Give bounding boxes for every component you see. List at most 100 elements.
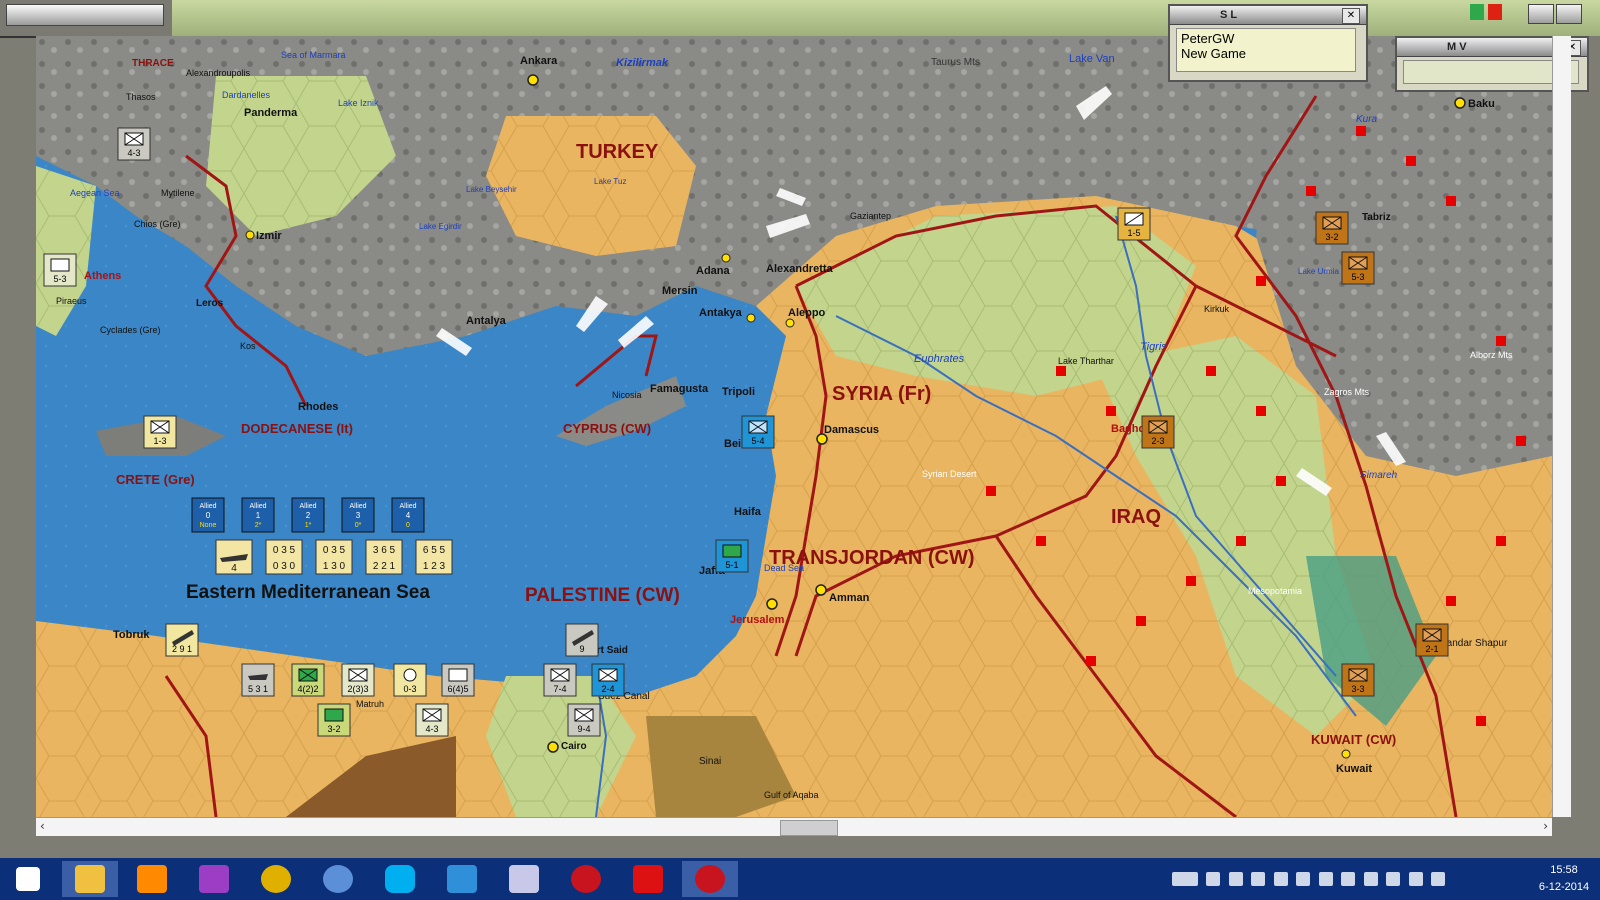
svg-text:2 2 1: 2 2 1 (373, 561, 396, 572)
taskbar: 15:58 6-12-2014 (0, 858, 1600, 900)
svg-text:Gaziantep: Gaziantep (850, 211, 891, 221)
svg-text:Cyclades (Gre): Cyclades (Gre) (100, 325, 161, 335)
svg-text:5-1: 5-1 (725, 560, 738, 570)
svg-text:5-3: 5-3 (1351, 272, 1364, 282)
clock[interactable]: 15:58 6-12-2014 (1536, 862, 1592, 896)
scroll-right-icon[interactable]: › (1543, 819, 1548, 833)
svg-text:4: 4 (231, 563, 237, 574)
clock-time: 15:58 (1550, 864, 1578, 876)
label-palestine: PALESTINE (CW) (525, 585, 680, 606)
volume-icon[interactable] (1430, 872, 1445, 886)
svg-text:Ankara: Ankara (520, 55, 558, 67)
scroll-left-icon[interactable]: ‹ (40, 819, 45, 833)
taskbar-chrome[interactable] (248, 861, 304, 897)
svg-text:Kura: Kura (1356, 114, 1378, 125)
network-icon[interactable] (1408, 872, 1423, 886)
keyboard-icon[interactable] (1172, 872, 1198, 886)
taskbar-media-player[interactable] (124, 861, 180, 897)
svg-text:Allied: Allied (199, 503, 216, 510)
svg-text:0: 0 (406, 522, 410, 529)
svg-text:Leros: Leros (196, 298, 224, 309)
svg-text:Tobruk: Tobruk (113, 629, 150, 641)
tray-app-icon[interactable] (1206, 872, 1221, 886)
flag-icon (1488, 4, 1503, 20)
tray-app-icon[interactable] (1273, 872, 1288, 886)
svg-text:Gulf of Aqaba: Gulf of Aqaba (764, 790, 819, 800)
svg-text:Alexandretta: Alexandretta (766, 263, 834, 275)
svg-text:Tabriz: Tabriz (1362, 212, 1391, 223)
svg-text:Allied: Allied (399, 503, 416, 510)
svg-text:Sinai: Sinai (699, 756, 721, 767)
taskbar-skype[interactable] (372, 861, 428, 897)
tray-app-icon[interactable] (1296, 872, 1311, 886)
bluetooth-icon[interactable] (1318, 872, 1333, 886)
svg-text:0 3 5: 0 3 5 (323, 545, 346, 556)
taskbar-wif-game[interactable] (558, 861, 614, 897)
game-map[interactable]: TURKEY SYRIA (Fr) IRAQ TRANSJORDAN (CW) … (36, 36, 1552, 817)
svg-text:Athens: Athens (84, 270, 121, 282)
label-cyprus: CYPRUS (CW) (563, 421, 651, 436)
taskbar-thunderbird[interactable] (310, 861, 366, 897)
player-panel-title[interactable]: S L (1170, 6, 1366, 25)
svg-text:3-3: 3-3 (1351, 684, 1364, 694)
svg-text:Tigris: Tigris (1140, 341, 1167, 353)
map-canvas[interactable]: TURKEY SYRIA (Fr) IRAQ TRANSJORDAN (CW) … (36, 36, 1552, 817)
label-syria: SYRIA (Fr) (832, 383, 931, 405)
taskbar-acrobat[interactable] (620, 861, 676, 897)
vertical-scrollbar[interactable] (1552, 36, 1571, 817)
player-info: PeterGW New Game (1176, 28, 1356, 72)
svg-text:5 3 1: 5 3 1 (248, 684, 268, 694)
svg-text:Mytilene: Mytilene (161, 188, 195, 198)
taskbar-virtualbox[interactable] (434, 861, 490, 897)
svg-text:2*: 2* (255, 522, 262, 529)
virtualbox-icon (447, 865, 477, 893)
close-window-button[interactable] (1556, 4, 1582, 24)
svg-text:Aleppo: Aleppo (788, 307, 826, 319)
taskbar-photo-app[interactable] (186, 861, 242, 897)
scroll-thumb[interactable] (780, 820, 838, 836)
naval-counters[interactable]: 4 0 3 5 0 3 0 0 3 5 1 3 0 3 6 5 2 2 1 6 5 5… (215, 539, 453, 575)
horizontal-scrollbar[interactable]: ‹ › (36, 817, 1552, 836)
svg-text:0: 0 (206, 511, 211, 520)
svg-text:1-3: 1-3 (153, 436, 166, 446)
svg-text:Izmir: Izmir (256, 230, 282, 242)
tray-app-icon[interactable] (1341, 872, 1356, 886)
svg-text:None: None (200, 522, 217, 529)
svg-text:Tripoli: Tripoli (722, 386, 755, 398)
svg-text:3-2: 3-2 (1325, 232, 1338, 242)
svg-text:Allied: Allied (349, 503, 366, 510)
toolbar-tab[interactable] (6, 4, 164, 26)
tray-app-icon[interactable] (1251, 872, 1266, 886)
svg-text:9-4: 9-4 (577, 724, 590, 734)
svg-text:Kuwait: Kuwait (1336, 763, 1372, 775)
close-icon[interactable]: ✕ (1342, 8, 1360, 24)
svg-text:Mersin: Mersin (662, 285, 698, 297)
taskbar-wif-game-active[interactable] (682, 861, 738, 897)
svg-text:1 2 3: 1 2 3 (423, 561, 446, 572)
svg-text:Sea of Marmara: Sea of Marmara (281, 50, 346, 60)
toolbar-left (0, 0, 172, 38)
svg-text:2 9 1: 2 9 1 (172, 644, 192, 654)
svg-text:2: 2 (306, 511, 311, 520)
svg-text:Amman: Amman (829, 592, 870, 604)
start-button[interactable] (0, 861, 56, 897)
flag-icon[interactable] (1363, 872, 1378, 886)
system-tray[interactable] (1172, 862, 1542, 896)
svg-text:Antakya: Antakya (699, 307, 743, 319)
svg-text:Lake Beysehir: Lake Beysehir (466, 185, 517, 194)
svg-text:Lake Urmia: Lake Urmia (1298, 267, 1339, 276)
svg-text:2(3)3: 2(3)3 (347, 684, 368, 694)
restore-button[interactable] (1528, 4, 1554, 24)
folder-icon (75, 865, 105, 893)
svg-text:Lake Van: Lake Van (1069, 53, 1115, 65)
battery-icon[interactable] (1386, 872, 1401, 886)
taskbar-file-explorer[interactable] (62, 861, 118, 897)
svg-text:Damascus: Damascus (824, 424, 879, 436)
flag-icon (1470, 4, 1484, 20)
taskbar-editor[interactable] (496, 861, 552, 897)
svg-text:THRACE: THRACE (132, 58, 174, 69)
svg-text:Simareh: Simareh (1360, 470, 1398, 481)
svg-text:2-3: 2-3 (1151, 436, 1164, 446)
cloud-icon[interactable] (1228, 872, 1243, 886)
svg-text:4-3: 4-3 (127, 148, 140, 158)
